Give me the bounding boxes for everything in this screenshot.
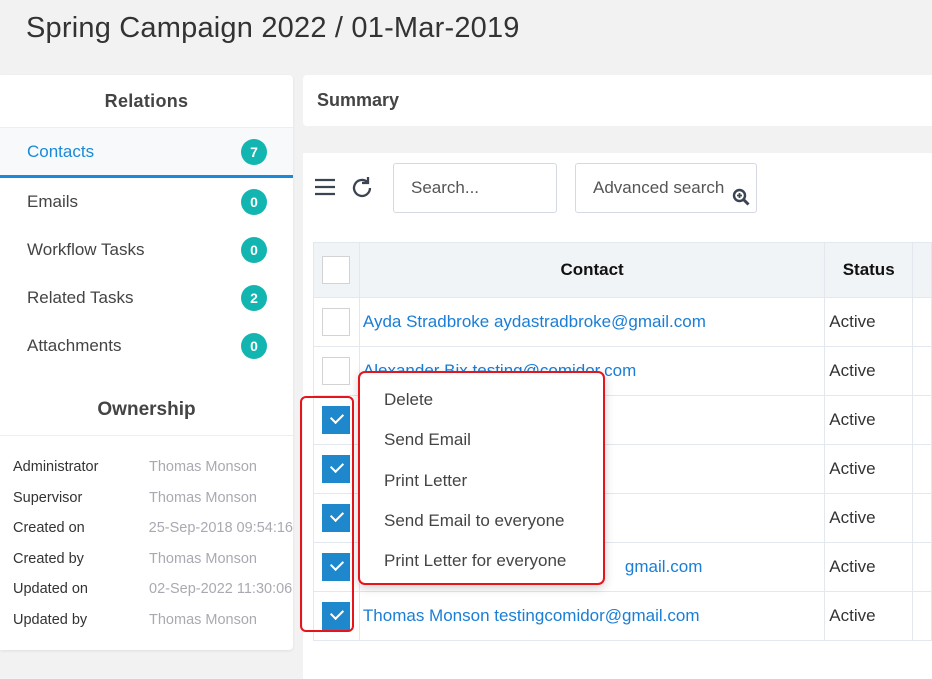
row-select-cell [313,591,360,641]
row-checkbox[interactable] [322,357,351,385]
ownership-key: Created by [13,550,84,567]
table-header-row: Contact Status [313,242,932,298]
ownership-list: Administrator Thomas Monson Supervisor Tho… [0,436,293,643]
advanced-search-button[interactable]: Advanced search [575,163,757,213]
count-badge: 0 [241,189,267,215]
status-cell: Active [824,346,914,396]
select-all-cell [313,242,360,298]
extra-cell [912,346,932,396]
ownership-row: Supervisor Thomas Monson [0,490,293,521]
status-cell: Active [824,444,914,494]
menu-icon[interactable] [314,177,336,202]
count-badge: 0 [241,333,267,359]
menu-item-print-letter-everyone[interactable]: Print Letter for everyone [360,543,603,583]
menu-item-print-letter[interactable]: Print Letter [360,463,603,503]
relation-label: Attachments [27,336,122,355]
ownership-row: Created by Thomas Monson [0,551,293,582]
status-cell: Active [824,395,914,445]
ownership-value: Thomas Monson [149,489,257,506]
ownership-value: 02-Sep-2022 11:30:06 [149,581,293,598]
status-cell: Active [824,591,914,641]
row-select-cell [313,297,360,347]
row-select-cell [313,346,360,396]
relation-label: Contacts [27,141,95,161]
extra-cell [912,444,932,494]
row-checkbox[interactable] [322,308,351,336]
menu-item-delete[interactable]: Delete [360,382,603,422]
ownership-value: Thomas Monson [149,459,257,475]
status-cell: Active [824,542,914,592]
ownership-value: Thomas Monson [149,550,257,567]
row-select-cell [313,542,360,592]
menu-item-send-email[interactable]: Send Email [360,422,603,462]
context-menu: Delete Send Email Print Letter Send Emai… [358,371,605,585]
refresh-icon[interactable] [349,175,375,206]
extra-column-header [912,242,932,298]
relation-item-attachments[interactable]: Attachments 0 [0,322,293,370]
zoom-in-icon [732,177,750,225]
row-select-cell [313,493,360,543]
ownership-value: 25-Sep-2018 09:54:16 [148,520,293,537]
extra-cell [912,591,932,641]
row-select-cell [313,444,360,494]
extra-cell [912,542,932,592]
count-badge: 7 [241,138,267,165]
ownership-row: Updated by Thomas Monson [0,612,293,643]
status-cell: Active [824,297,914,347]
row-checkbox[interactable] [322,602,351,630]
relation-label: Related Tasks [27,288,134,307]
ownership-key: Created on [13,520,85,537]
relation-item-workflow-tasks[interactable]: Workflow Tasks 0 [0,226,293,274]
summary-header: Summary [303,75,932,126]
extra-cell [912,395,932,445]
count-badge: 2 [241,285,267,311]
side-panel: Relations Contacts 7 Emails 0 Workflow Tas… [0,75,293,650]
relation-label: Emails [27,192,79,211]
relation-item-contacts[interactable]: Contacts 7 [0,128,293,178]
relation-label: Workflow Tasks [27,240,145,259]
table-row[interactable]: Thomas Monson testingcomidor@gmail.com A… [313,591,932,641]
relations-heading: Relations [0,75,293,128]
ownership-row: Administrator Thomas Monson [0,459,293,490]
select-all-checkbox[interactable] [322,256,351,284]
row-checkbox[interactable] [322,553,351,581]
table-row[interactable]: Ayda Stradbroke aydastradbroke@gmail.com… [313,297,932,347]
page-title: Spring Campaign 2022 / 01-Mar-2019 [26,12,520,44]
ownership-key: Updated by [13,611,88,628]
ownership-heading: Ownership [0,392,293,436]
ownership-row: Created on 25-Sep-2018 09:54:16 [0,520,293,551]
ownership-value: Thomas Monson [149,611,257,628]
contact-link[interactable]: Ayda Stradbroke aydastradbroke@gmail.com [359,297,826,347]
ownership-row: Updated on 02-Sep-2022 11:30:06 [0,581,293,612]
status-column-header[interactable]: Status [824,242,914,298]
contact-link[interactable]: Thomas Monson testingcomidor@gmail.com [359,591,826,641]
extra-cell [912,493,932,543]
count-badge: 0 [241,237,267,263]
extra-cell [912,297,932,347]
ownership-key: Supervisor [13,489,83,506]
status-cell: Active [824,493,914,543]
relation-item-related-tasks[interactable]: Related Tasks 2 [0,274,293,322]
relation-item-emails[interactable]: Emails 0 [0,178,293,226]
row-checkbox[interactable] [322,406,351,434]
menu-item-send-email-everyone[interactable]: Send Email to everyone [360,503,603,543]
row-select-cell [313,395,360,445]
contact-column-header[interactable]: Contact [358,242,826,298]
ownership-key: Administrator [13,459,99,475]
ownership-key: Updated on [13,581,88,598]
advanced-search-label: Advanced search [593,178,725,197]
search-input[interactable]: Search... [393,163,557,213]
row-checkbox[interactable] [322,504,351,532]
row-checkbox[interactable] [322,455,351,483]
